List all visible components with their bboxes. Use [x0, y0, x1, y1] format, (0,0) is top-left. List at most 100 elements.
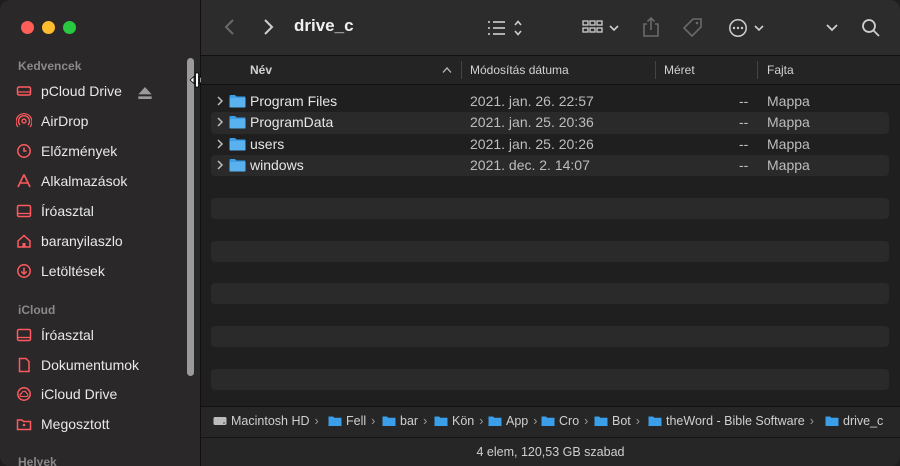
file-size: -- — [739, 114, 749, 131]
apps-icon — [17, 174, 31, 188]
empty-row-stripe — [211, 241, 889, 262]
file-modified: 2021. dec. 2. 14:07 — [470, 156, 590, 173]
column-modified[interactable]: Módosítás dátuma — [470, 63, 569, 77]
path-bar: Macintosh HD › Fell › bar › Kön › App › Cro › … — [201, 406, 900, 437]
sidebar-item-pcloud-drive[interactable]: pCloud Drive — [16, 78, 186, 104]
file-modified: 2021. jan. 25. 20:36 — [470, 114, 594, 131]
path-label: theWord - Bible Software — [666, 414, 805, 428]
chevron-right-icon[interactable] — [216, 139, 224, 149]
window-controls — [21, 21, 76, 34]
folder-icon — [434, 416, 448, 426]
forward-chevron-icon[interactable] — [261, 17, 275, 37]
eject-icon[interactable] — [137, 85, 153, 101]
path-separator: › — [314, 414, 319, 428]
path-item[interactable]: bar › — [382, 414, 427, 428]
folder-icon — [229, 95, 246, 108]
path-label: Macintosh HD — [231, 414, 310, 428]
folder-icon — [488, 416, 502, 426]
drive-icon — [16, 86, 32, 96]
sidebar-item-label: Előzmények — [41, 143, 118, 159]
file-modified: 2021. jan. 26. 22:57 — [470, 93, 594, 109]
folder-icon — [229, 158, 246, 172]
sidebar-item-label: Letöltések — [41, 263, 105, 279]
sidebar-item-label: Megosztott — [41, 416, 110, 432]
path-separator: › — [635, 414, 640, 428]
back-chevron-icon[interactable] — [223, 17, 237, 37]
file-size: -- — [739, 93, 749, 109]
table-row[interactable]: windows 2021. dec. 2. 14:07 -- Mappa — [211, 154, 889, 177]
search-icon[interactable] — [861, 18, 881, 38]
zoom-button[interactable] — [63, 21, 76, 34]
path-item-macintosh-hd[interactable]: Macintosh HD › — [213, 414, 319, 428]
desktop-icon — [16, 204, 32, 218]
home-icon — [17, 234, 31, 248]
sidebar-item-recents[interactable]: Előzmények — [16, 138, 186, 164]
path-label: App — [506, 414, 529, 428]
hard-drive-icon — [213, 417, 227, 425]
folder-icon — [594, 416, 608, 426]
sidebar-item-icloud-drive[interactable]: iCloud Drive — [16, 381, 186, 407]
sidebar-item-applications[interactable]: Alkalmazások — [16, 168, 186, 194]
path-label: bar — [400, 414, 419, 428]
column-kind[interactable]: Fajta — [767, 63, 794, 77]
sidebar-item-documents[interactable]: Dokumentumok — [16, 352, 186, 378]
file-kind: Mappa — [767, 93, 810, 109]
path-item[interactable]: theWord - Bible Software › — [648, 414, 814, 428]
file-kind: Mappa — [767, 135, 810, 152]
path-item[interactable]: Kön › — [434, 414, 483, 428]
path-separator: › — [584, 414, 589, 428]
document-icon — [18, 357, 30, 373]
table-row[interactable]: ProgramData 2021. jan. 25. 20:36 -- Mapp… — [211, 112, 889, 134]
file-name: windows — [250, 156, 304, 173]
file-name: ProgramData — [250, 114, 334, 131]
path-label: Fell — [346, 414, 367, 428]
column-separator — [461, 61, 462, 79]
folder-icon — [229, 116, 246, 129]
path-separator: › — [533, 414, 538, 428]
status-bar: 4 elem, 120,53 GB szabad — [201, 437, 900, 466]
chevron-right-icon[interactable] — [216, 96, 224, 106]
table-row[interactable]: users 2021. jan. 25. 20:26 -- Mappa — [211, 134, 889, 155]
list-view-icon[interactable] — [486, 19, 526, 37]
clock-icon — [17, 144, 31, 158]
sidebar-scrollbar[interactable] — [187, 58, 194, 376]
minimize-button[interactable] — [42, 21, 55, 34]
column-separator — [757, 61, 758, 79]
chevron-down-icon[interactable] — [825, 22, 839, 34]
sidebar-item-home[interactable]: baranyilaszlo — [16, 228, 186, 254]
sidebar-item-airdrop[interactable]: AirDrop — [16, 108, 186, 134]
sidebar-item-desktop[interactable]: Íróasztal — [16, 198, 186, 224]
table-row[interactable]: Program Files 2021. jan. 26. 22:57 -- Ma… — [211, 91, 889, 112]
path-item[interactable]: Fell › — [328, 414, 375, 428]
sidebar-item-label: Íróasztal — [41, 203, 94, 219]
sidebar-item-label: Dokumentumok — [41, 357, 140, 373]
close-button[interactable] — [21, 21, 34, 34]
sidebar-item-label: iCloud Drive — [41, 386, 118, 402]
sidebar-section-locations: Helyek — [18, 455, 57, 466]
column-name[interactable]: Név — [250, 63, 272, 77]
folder-icon — [328, 416, 342, 426]
sidebar: Kedvencek pCloud Drive AirDrop Előzménye… — [0, 0, 205, 466]
chevron-right-icon[interactable] — [216, 160, 224, 170]
path-item[interactable]: Cro › — [541, 414, 588, 428]
file-name: users — [250, 135, 285, 152]
file-kind: Mappa — [767, 114, 810, 131]
path-item[interactable]: Bot › — [594, 414, 640, 428]
sidebar-item-icloud-desktop[interactable]: Íróasztal — [16, 322, 186, 348]
chevron-right-icon[interactable] — [216, 117, 224, 127]
file-name: Program Files — [250, 93, 338, 109]
sidebar-item-downloads[interactable]: Letöltések — [16, 258, 186, 284]
path-item[interactable]: App › — [488, 414, 537, 428]
grid-group-icon[interactable] — [582, 19, 622, 37]
column-size[interactable]: Méret — [664, 63, 695, 77]
tag-icon[interactable] — [682, 17, 704, 39]
more-actions-icon[interactable] — [728, 18, 768, 38]
empty-row-stripe — [211, 198, 889, 219]
sort-ascending-icon[interactable] — [442, 66, 452, 74]
sidebar-item-shared[interactable]: Megosztott — [16, 411, 186, 437]
sidebar-section-favorites: Kedvencek — [18, 59, 82, 73]
share-icon[interactable] — [642, 16, 660, 38]
path-label: Kön — [452, 414, 475, 428]
path-item-current[interactable]: drive_c — [825, 414, 883, 428]
empty-row-stripe — [211, 283, 889, 304]
